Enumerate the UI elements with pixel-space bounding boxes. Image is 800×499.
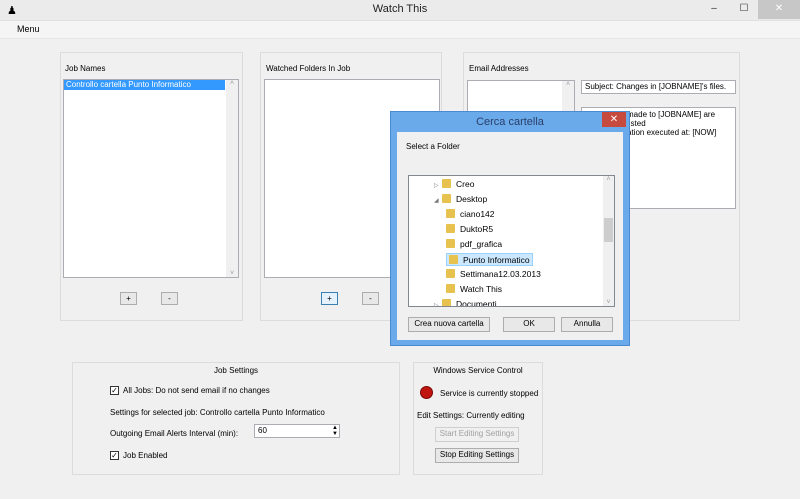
tree-node-label: DuktoR5 [460, 224, 494, 234]
job-names-list[interactable]: Controllo cartella Punto Informatico ˄ ˅ [63, 79, 239, 278]
all-jobs-checkbox[interactable]: ✓ All Jobs: Do not send email if no chang… [110, 386, 270, 396]
tree-node-label: Creo [456, 179, 475, 189]
email-title: Email Addresses [469, 64, 529, 73]
new-folder-button[interactable]: Crea nuova cartella [408, 317, 490, 332]
cancel-button[interactable]: Annulla [561, 317, 613, 332]
remove-folder-button[interactable]: - [362, 292, 379, 305]
checkbox-checked-icon[interactable]: ✓ [110, 386, 119, 396]
folder-icon [449, 255, 458, 264]
menu-item[interactable]: Menu [17, 24, 40, 34]
tree-node-label: pdf_grafica [460, 239, 503, 249]
expand-arrow-icon[interactable]: ◢ [434, 195, 442, 208]
tree-node[interactable]: ▷ Creo [434, 178, 474, 191]
minimize-button[interactable]: – [700, 0, 728, 19]
watched-folders-title: Watched Folders In Job [266, 64, 351, 73]
tree-node[interactable]: Punto Informatico [446, 253, 533, 266]
maximize-button[interactable]: ☐ [730, 0, 758, 19]
add-folder-button[interactable]: + [321, 292, 338, 305]
folder-icon [446, 239, 455, 248]
scrollbar-thumb[interactable] [604, 218, 613, 242]
scrollbar[interactable]: ˄ ˅ [226, 80, 238, 277]
tree-node[interactable]: pdf_grafica [446, 238, 502, 251]
dialog-prompt: Select a Folder [406, 142, 460, 151]
interval-value: 60 [258, 426, 267, 435]
service-status: Service is currently stopped [440, 389, 539, 398]
folder-dialog: Cerca cartella ✕ Select a Folder ˄ ˅ ▷ Cre… [390, 111, 630, 346]
menu-bar [0, 21, 800, 39]
interval-label: Outgoing Email Alerts Interval (min): [110, 429, 239, 438]
tree-node-label: ciano142 [460, 209, 495, 219]
tree-node[interactable]: Settimana12.03.2013 [446, 268, 541, 281]
remove-job-button[interactable]: - [161, 292, 178, 305]
status-indicator-icon [420, 386, 433, 399]
scrollbar[interactable]: ˄ ˅ [603, 176, 614, 306]
dialog-body: Select a Folder ˄ ˅ ▷ Creo ◢ Desktop ciano142… [397, 132, 623, 340]
dialog-close-button[interactable]: ✕ [602, 112, 626, 127]
folder-icon [446, 209, 455, 218]
spinner-arrows-icon[interactable]: ▲ ▼ [332, 425, 338, 437]
close-button[interactable]: ✕ [758, 0, 800, 19]
folder-icon [446, 284, 455, 293]
expand-arrow-icon[interactable]: ▷ [434, 180, 442, 193]
edit-status: Edit Settings: Currently editing [417, 411, 525, 420]
ok-button[interactable]: OK [503, 317, 555, 332]
tree-node-label: Desktop [456, 194, 488, 204]
job-enabled-checkbox[interactable]: ✓ Job Enabled [110, 451, 168, 461]
start-editing-button[interactable]: Start Editing Settings [435, 427, 519, 442]
folder-icon [446, 224, 455, 233]
tree-node-label: Settimana12.03.2013 [460, 269, 541, 279]
add-job-button[interactable]: + [120, 292, 137, 305]
tree-node[interactable]: ciano142 [446, 208, 495, 221]
service-title: Windows Service Control [433, 366, 523, 375]
tree-node[interactable]: Watch This [446, 283, 502, 296]
folder-icon [442, 179, 451, 188]
tree-node[interactable]: DuktoR5 [446, 223, 493, 236]
window-title: Watch This [372, 3, 428, 15]
folder-icon [442, 194, 451, 203]
selected-job-label: Settings for selected job: Controllo car… [110, 408, 325, 417]
job-enabled-label: Job Enabled [123, 451, 168, 460]
folder-icon [442, 299, 451, 306]
tree-node[interactable]: ◢ Desktop [434, 193, 487, 206]
stop-editing-button[interactable]: Stop Editing Settings [435, 448, 519, 463]
tree-node-label: Documenti [456, 299, 497, 307]
body-line: made to [JOBNAME] are listed [627, 110, 716, 128]
expand-arrow-icon[interactable]: ▷ [434, 300, 442, 306]
checkbox-checked-icon[interactable]: ✓ [110, 451, 119, 461]
subject-field[interactable]: Subject: Changes in [JOBNAME]'s files. [581, 80, 736, 94]
job-names-title: Job Names [65, 64, 106, 73]
tree-node[interactable]: ▷ Documenti [434, 298, 497, 307]
tree-node-label: Watch This [460, 284, 503, 294]
interval-stepper[interactable]: 60 ▲ ▼ [254, 424, 340, 438]
folder-tree[interactable]: ˄ ˅ ▷ Creo ◢ Desktop ciano142 DuktoR5 pdf_grafi… [408, 175, 615, 307]
folder-icon [446, 269, 455, 278]
job-settings-title: Job Settings [213, 366, 259, 375]
all-jobs-label: All Jobs: Do not send email if no change… [123, 386, 270, 395]
list-item[interactable]: Controllo cartella Punto Informatico [64, 80, 225, 90]
dialog-title: Cerca cartella [476, 116, 544, 128]
tree-node-label: Punto Informatico [463, 255, 530, 265]
body-line: ation executed at: [NOW] [627, 128, 717, 137]
